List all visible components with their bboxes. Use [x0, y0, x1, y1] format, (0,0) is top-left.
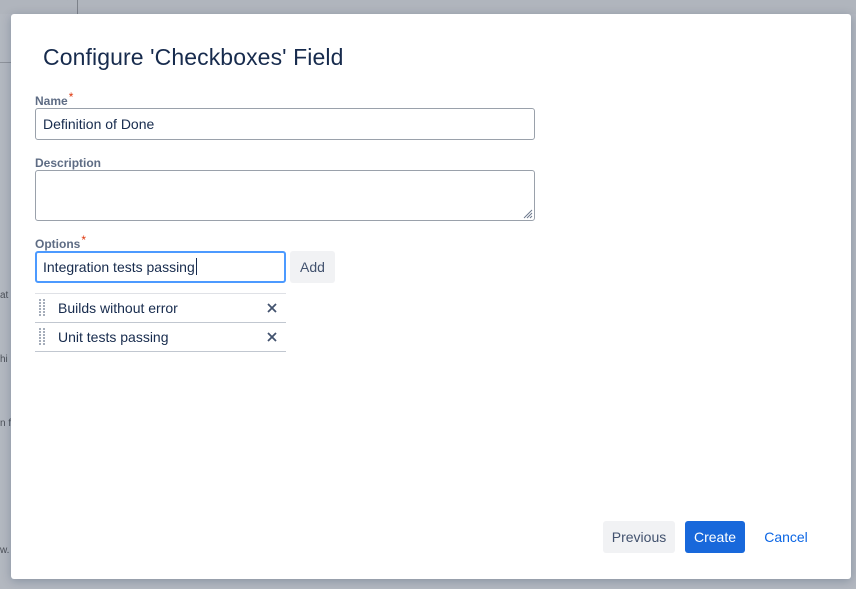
close-icon[interactable]: [266, 302, 278, 314]
background-text-fragment: n fi: [0, 418, 11, 429]
cancel-button[interactable]: Cancel: [755, 521, 817, 553]
resize-grip-icon[interactable]: [521, 207, 533, 219]
configure-field-dialog: Configure 'Checkboxes' Field Name* Defin…: [11, 14, 851, 579]
option-label: Unit tests passing: [58, 329, 169, 345]
text-cursor: [195, 258, 197, 275]
background-text-fragment: at: [0, 290, 9, 301]
background-text-fragment: w.: [0, 545, 10, 556]
background-search: [46, 0, 78, 14]
name-label: Name*: [35, 90, 74, 108]
drag-handle-icon[interactable]: [39, 328, 47, 347]
options-list: Builds without error Unit tests passing: [35, 293, 286, 352]
option-label: Builds without error: [58, 300, 178, 316]
option-item: Unit tests passing: [35, 323, 286, 352]
previous-button[interactable]: Previous: [603, 521, 675, 553]
dialog-title: Configure 'Checkboxes' Field: [43, 44, 344, 70]
description-label: Description: [35, 156, 102, 170]
drag-handle-icon[interactable]: [39, 299, 47, 318]
name-input[interactable]: Definition of Done: [35, 108, 535, 140]
description-textarea[interactable]: [35, 170, 535, 221]
required-marker: *: [68, 90, 74, 104]
add-option-button[interactable]: Add: [290, 251, 335, 283]
new-option-input[interactable]: Integration tests passing: [35, 251, 286, 283]
required-marker: *: [81, 233, 86, 247]
options-label: Options*: [35, 233, 86, 251]
search-icon: [67, 0, 68, 1]
background-header: [0, 0, 856, 14]
create-button[interactable]: Create: [685, 521, 745, 553]
close-icon[interactable]: [266, 331, 278, 343]
background-divider: [0, 62, 11, 63]
option-item: Builds without error: [35, 294, 286, 323]
background-text-fragment: hi: [0, 354, 8, 365]
